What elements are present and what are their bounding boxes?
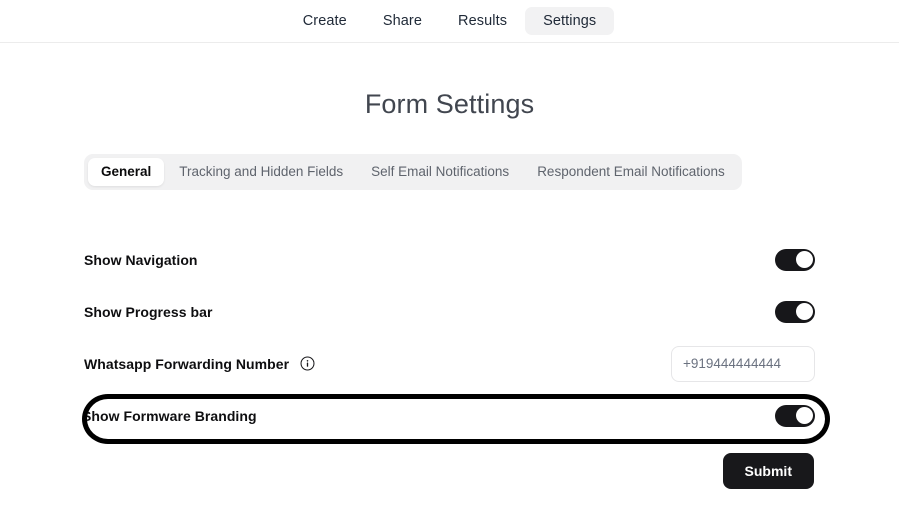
setting-label-text: Whatsapp Forwarding Number [84, 355, 290, 372]
nav-item-create[interactable]: Create [285, 7, 365, 36]
setting-row-show-formware-branding: Show Formware Branding [82, 390, 815, 442]
tab-respondent-email-notifications[interactable]: Respondent Email Notifications [524, 158, 738, 186]
toggle-show-formware-branding[interactable] [775, 404, 815, 427]
tab-self-email-notifications[interactable]: Self Email Notifications [358, 158, 522, 186]
settings-tabs-container: General Tracking and Hidden Fields Self … [0, 154, 899, 190]
nav-item-results[interactable]: Results [440, 7, 525, 36]
setting-label-show-progress-bar: Show Progress bar [84, 303, 213, 320]
submit-row: Submit [0, 452, 899, 489]
toggle-knob [795, 251, 813, 268]
top-navigation-bar: Create Share Results Settings [0, 0, 899, 43]
nav-item-share[interactable]: Share [365, 7, 440, 36]
tab-tracking-and-hidden-fields[interactable]: Tracking and Hidden Fields [166, 158, 356, 186]
tab-general[interactable]: General [88, 158, 165, 186]
toggle-show-navigation[interactable] [775, 248, 815, 271]
toggle-knob [795, 407, 813, 424]
setting-label-show-navigation: Show Navigation [84, 251, 198, 268]
setting-label-whatsapp-forwarding-number: Whatsapp Forwarding Number [84, 356, 315, 372]
toggle-show-progress-bar[interactable] [775, 300, 815, 323]
settings-tabs: General Tracking and Hidden Fields Self … [84, 154, 742, 190]
setting-label-show-formware-branding: Show Formware Branding [82, 407, 257, 424]
submit-button[interactable]: Submit [722, 452, 814, 489]
info-circle-icon[interactable] [300, 356, 315, 371]
setting-row-whatsapp-forwarding-number: Whatsapp Forwarding Number [84, 338, 815, 390]
nav-item-settings[interactable]: Settings [525, 6, 615, 36]
whatsapp-forwarding-number-input[interactable] [671, 345, 815, 382]
settings-list: Show Navigation Show Progress bar Whatsa… [0, 234, 899, 442]
setting-row-show-navigation: Show Navigation [84, 234, 815, 286]
toggle-knob [795, 303, 813, 320]
page-title: Form Settings [364, 89, 535, 119]
setting-row-show-progress-bar: Show Progress bar [84, 286, 815, 338]
